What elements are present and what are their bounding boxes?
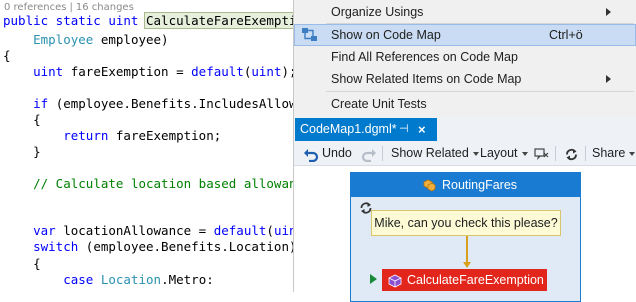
tab-codemap1[interactable]: CodeMap1.dgml* ⊣ × [295,118,437,141]
code-token: { [33,112,41,127]
code-token: uint [33,64,64,79]
code-token: { [33,256,41,271]
menu-item-create-unit-tests[interactable]: Create Unit Tests [294,93,636,115]
code-token: .Metro: [161,272,214,287]
code-token: employee) [93,32,169,47]
share-label: Share [592,146,626,160]
code-line-16[interactable]: case Location.Metro: [3,272,214,288]
group-header[interactable]: RoutingFares [351,173,580,197]
menu-item-show-on-code-map[interactable]: Show on Code Map Ctrl+ö [294,24,636,46]
share-dropdown[interactable]: Share [592,141,636,166]
layout-label: Layout [480,146,518,160]
menu-item-label: Show on Code Map [331,28,441,42]
menu-item-label: Find All References on Code Map [331,50,518,64]
class-icon [421,177,437,193]
code-line-7[interactable]: { [3,112,41,128]
code-line-15[interactable]: { [3,256,41,272]
code-token: default [191,64,244,79]
code-line-11[interactable]: // Calculate location based allowance [3,176,293,192]
redo-icon[interactable] [361,146,377,163]
code-token: ( [266,223,274,238]
code-line-4[interactable]: uint fareExemption = default(uint); [3,64,293,80]
close-icon[interactable]: × [418,118,426,141]
layout-dropdown[interactable]: Layout [480,141,528,166]
code-token: var [33,223,56,238]
group-title: RoutingFares [442,178,518,192]
code-token: fareExemption = [63,64,192,79]
code-token: Employee [33,32,94,47]
code-token: (employee.Benefits.Location) [78,239,293,254]
code-editor[interactable]: 0 references | 16 changes public static ui… [0,0,293,292]
code-token: case [63,272,94,287]
link-arrow-icon [463,262,471,268]
menu-item-find-all-references-on-code-map[interactable]: Find All References on Code Map [294,46,636,68]
code-token: if [33,96,49,111]
menu-item-organize-usings[interactable]: Organize Usings [294,1,636,23]
menu-item-shortcut: Ctrl+ö [549,28,583,42]
menu-item-label: Create Unit Tests [331,97,427,111]
changes-link[interactable]: 16 changes [76,2,134,13]
code-token: } [33,144,41,159]
code-token: public static uint [3,13,146,28]
chevron-down-icon [521,151,528,156]
code-line-13[interactable]: var locationAllowance = default(uint); [3,223,293,239]
code-token: (employee.Benefits.IncludesAllowan [48,96,293,111]
comment-node[interactable]: Mike, can you check this please? [371,210,561,236]
comment-link-line [466,236,468,265]
code-token: default [213,223,267,238]
submenu-arrow-icon [606,75,611,83]
undo-icon[interactable] [303,146,319,163]
show-related-label: Show Related [391,146,469,160]
method-icon [388,273,402,288]
chevron-down-icon [472,151,479,156]
code-line-2[interactable]: Employee employee) [3,32,169,48]
menu-item-show-related-items-on-code-map[interactable]: Show Related Items on Code Map [294,68,636,90]
code-line-14[interactable]: switch (employee.Benefits.Location) [3,239,293,255]
codelens-separator: | [69,2,73,13]
code-token: { [3,48,11,63]
toolbar-separator [382,146,383,161]
menu-item-label: Organize Usings [331,5,424,19]
toolbar-separator [585,146,586,161]
code-line-8[interactable]: return fareExemption; [3,128,221,144]
code-map-canvas[interactable]: RoutingFares Mike, can you check this pl… [294,166,636,302]
pin-icon[interactable]: ⊣ [399,118,409,141]
code-token: uint [273,223,293,238]
code-token: switch [33,239,79,254]
code-line-9[interactable]: } [3,144,41,160]
code-line-6[interactable]: if (employee.Benefits.IncludesAllowan [3,96,293,112]
method-node-label: CalculateFareExemption [407,273,544,287]
show-related-dropdown[interactable]: Show Related [391,141,479,166]
menu-item-label: Show Related Items on Code Map [331,72,522,86]
selected-method-name[interactable]: CalculateFareExemption [144,12,293,29]
tab-label: CodeMap1.dgml* [300,122,397,136]
show-on-code-map-icon [301,26,319,44]
code-map-toolbar: Undo Show Related Layout Share [294,141,636,166]
incoming-arrow-icon [370,274,377,284]
tab-strip: CodeMap1.dgml* ⊣ × [294,117,636,141]
method-node-calculatefareexemption[interactable]: CalculateFareExemption [382,269,547,291]
codelens-bar: 0 references | 16 changes [4,2,134,13]
submenu-arrow-icon [606,8,611,16]
toolbar-separator [555,146,556,161]
code-line-3[interactable]: { [3,48,11,64]
code-token: fareExemption; [108,128,222,143]
code-token: locationAllowance = [55,223,214,238]
menu-separator [326,91,634,92]
code-comment: // Calculate location based allowance [33,176,293,191]
code-token: Location [100,272,162,287]
group-node-routingfares[interactable]: RoutingFares Mike, can you check this pl… [350,172,581,302]
code-line-1[interactable]: public static uint CalculateFareExemptio… [3,12,293,29]
code-token: uint [251,64,282,79]
code-token: ); [281,64,293,79]
code-token: return [63,128,109,143]
code-map-window: CodeMap1.dgml* ⊣ × Undo Show Related Lay… [293,117,636,302]
undo-button[interactable]: Undo [322,141,352,166]
context-menu: Organize Usings Show on Code Map Ctrl+ö … [293,0,636,117]
chevron-down-icon [629,151,636,156]
add-comment-icon[interactable] [534,146,549,161]
references-link[interactable]: 0 references [4,2,67,13]
refresh-icon[interactable] [564,146,579,161]
